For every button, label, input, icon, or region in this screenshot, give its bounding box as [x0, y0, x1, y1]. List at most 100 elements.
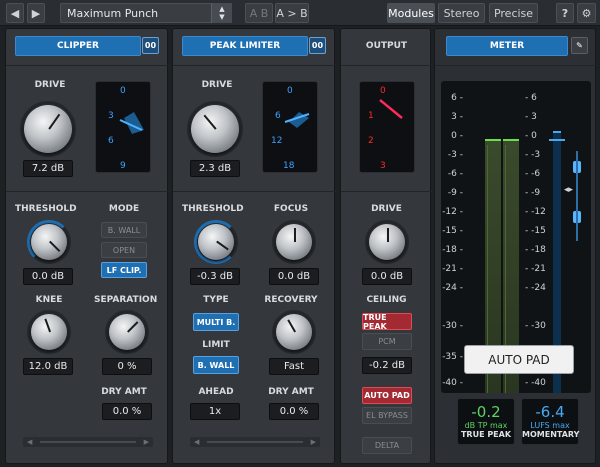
- scale-tick: -24 -: [442, 283, 463, 293]
- clipper-title[interactable]: CLIPPER: [15, 36, 141, 56]
- scale-tick: -35 -: [442, 352, 463, 362]
- lufs-peak: [553, 131, 561, 133]
- gear-icon: ⚙: [581, 6, 592, 20]
- wrench-icon: ✎: [576, 41, 583, 50]
- tab-precise[interactable]: Precise: [489, 3, 538, 23]
- output-drive-value[interactable]: 0.0 dB: [362, 268, 412, 285]
- separation-knob[interactable]: [109, 314, 145, 350]
- lufs-value: -6.4: [535, 403, 565, 421]
- scale-tick: - -21: [525, 264, 546, 274]
- limiter-scope: 0 6 12 18: [262, 81, 318, 173]
- ceiling-value[interactable]: -0.2 dB: [362, 357, 412, 374]
- threshold-knob[interactable]: [31, 224, 67, 260]
- back-button[interactable]: ◀: [6, 3, 24, 23]
- threshold-value[interactable]: 0.0 dB: [23, 268, 73, 285]
- recovery-value[interactable]: Fast: [269, 358, 319, 375]
- scale-tick: - -6: [525, 169, 541, 179]
- scale-tick: - -15: [525, 226, 546, 236]
- dry-amount-label: DRY AMT: [101, 387, 147, 397]
- clipper-scrollbar[interactable]: ◀ ▶: [23, 437, 153, 447]
- threshold-value[interactable]: -0.3 dB: [190, 268, 240, 285]
- clipper-link-button[interactable]: 00: [142, 37, 159, 54]
- scale-tick: -9 -: [447, 188, 463, 198]
- scale-tick: 6 -: [451, 93, 463, 103]
- ceiling-truepeak-button[interactable]: TRUE PEAK: [362, 313, 412, 331]
- ahead-value[interactable]: 1x: [190, 403, 240, 420]
- limiter-link-button[interactable]: 00: [309, 37, 326, 54]
- ab-copy-button[interactable]: A > B: [275, 3, 309, 23]
- scale-tick: -40 -: [442, 378, 463, 388]
- knob-indicator: [294, 228, 296, 242]
- separation-label: SEPARATION: [94, 295, 158, 305]
- meter-display: 6 - 3 - 0 - -3 - -6 - -9 - -12 - -15 - -18 - -21 …: [441, 81, 591, 393]
- clipper-scope: 0 3 6 9: [95, 81, 151, 173]
- output-drive-knob[interactable]: [369, 224, 405, 260]
- output-panel: OUTPUT 0 1 2 3 DRIVE 0.0 dB CEILING TRUE…: [340, 28, 432, 464]
- knob-indicator: [44, 318, 51, 333]
- clipper-panel: CLIPPER 00 DRIVE 7.2 dB 0 3 6 9 THRESHOL…: [5, 28, 169, 464]
- scale-tick: - -12: [525, 207, 546, 217]
- auto-pad-button[interactable]: AUTO PAD: [362, 387, 412, 404]
- output-drive-label: DRIVE: [371, 204, 402, 214]
- delta-button[interactable]: DELTA: [362, 437, 412, 454]
- meter-settings-button[interactable]: ✎: [571, 37, 588, 54]
- knee-value[interactable]: 12.0 dB: [23, 358, 73, 375]
- forward-button[interactable]: ▶: [27, 3, 45, 23]
- output-scope: 0 1 2 3: [359, 81, 415, 173]
- mode-bwall-button[interactable]: B. WALL: [101, 222, 147, 238]
- scale-tick: - -18: [525, 245, 546, 255]
- auto-pad-overlay[interactable]: AUTO PAD: [464, 345, 574, 374]
- drive-knob[interactable]: [191, 105, 239, 153]
- knee-knob[interactable]: [31, 314, 67, 350]
- drive-label: DRIVE: [34, 80, 66, 90]
- knob-indicator: [49, 241, 61, 253]
- tab-modules[interactable]: Modules: [387, 3, 435, 23]
- scale-tick: - 3: [525, 112, 537, 122]
- meter-panel: METER ✎ 6 - 3 - 0 - -3 - -6 - -9 - -12 - -15 - -…: [434, 28, 597, 464]
- mode-open-button[interactable]: OPEN: [101, 242, 147, 258]
- knob-indicator: [127, 321, 139, 333]
- mode-lfclip-button[interactable]: LF CLIP.: [101, 262, 147, 278]
- meter-title[interactable]: METER: [446, 36, 568, 56]
- settings-button[interactable]: ⚙: [577, 3, 596, 23]
- limiter-title[interactable]: PEAK LIMITER: [182, 36, 308, 56]
- divider: [173, 65, 336, 66]
- drive-knob[interactable]: [24, 105, 72, 153]
- preset-stepper[interactable]: ▲ ▼: [211, 3, 232, 23]
- separation-value[interactable]: 0 %: [102, 358, 152, 375]
- arrow-left-icon: ◀: [10, 6, 20, 20]
- scale-tick: -15 -: [442, 226, 463, 236]
- help-button[interactable]: ?: [556, 3, 574, 23]
- type-button[interactable]: MULTI B.: [193, 313, 239, 331]
- mode-label: MODE: [108, 204, 140, 214]
- focus-knob[interactable]: [276, 224, 312, 260]
- threshold-knob[interactable]: [198, 224, 234, 260]
- dry-amount-value[interactable]: 0.0 %: [102, 403, 152, 420]
- focus-value[interactable]: 0.0 dB: [269, 268, 319, 285]
- knob-indicator: [216, 241, 229, 251]
- divider: [341, 65, 432, 66]
- limiter-scrollbar[interactable]: ◀ ▶: [190, 437, 320, 447]
- ceiling-pcm-button[interactable]: PCM: [362, 333, 412, 350]
- drive-value[interactable]: 2.3 dB: [190, 160, 240, 177]
- recovery-knob[interactable]: [276, 314, 312, 350]
- ahead-label: AHEAD: [198, 387, 234, 397]
- drive-value[interactable]: 7.2 dB: [23, 160, 73, 177]
- true-peak-label: TRUE PEAK: [460, 430, 512, 439]
- preset-selector[interactable]: Maximum Punch: [60, 3, 232, 23]
- dry-amount-value[interactable]: 0.0 %: [269, 403, 319, 420]
- ab-compare-button[interactable]: A B: [245, 3, 273, 23]
- true-peak-value: -0.2: [471, 403, 501, 421]
- lufs-marker: [549, 139, 565, 141]
- scale-tick: -6 -: [447, 169, 463, 179]
- limiter-transfer-curve: [284, 112, 310, 128]
- threshold-label: THRESHOLD: [182, 204, 244, 214]
- scale-tick: 3 -: [451, 112, 463, 122]
- peak-hold-right: [503, 139, 519, 141]
- el-bypass-button[interactable]: EL BYPASS: [362, 407, 412, 424]
- scale-tick: - -3: [525, 150, 541, 160]
- tab-stereo[interactable]: Stereo: [438, 3, 485, 23]
- target-pointer-icon[interactable]: ◂▸: [564, 185, 573, 195]
- lufs-readout: -6.4 LUFS max MOMENTARY: [521, 398, 579, 445]
- limit-button[interactable]: B. WALL: [193, 356, 239, 374]
